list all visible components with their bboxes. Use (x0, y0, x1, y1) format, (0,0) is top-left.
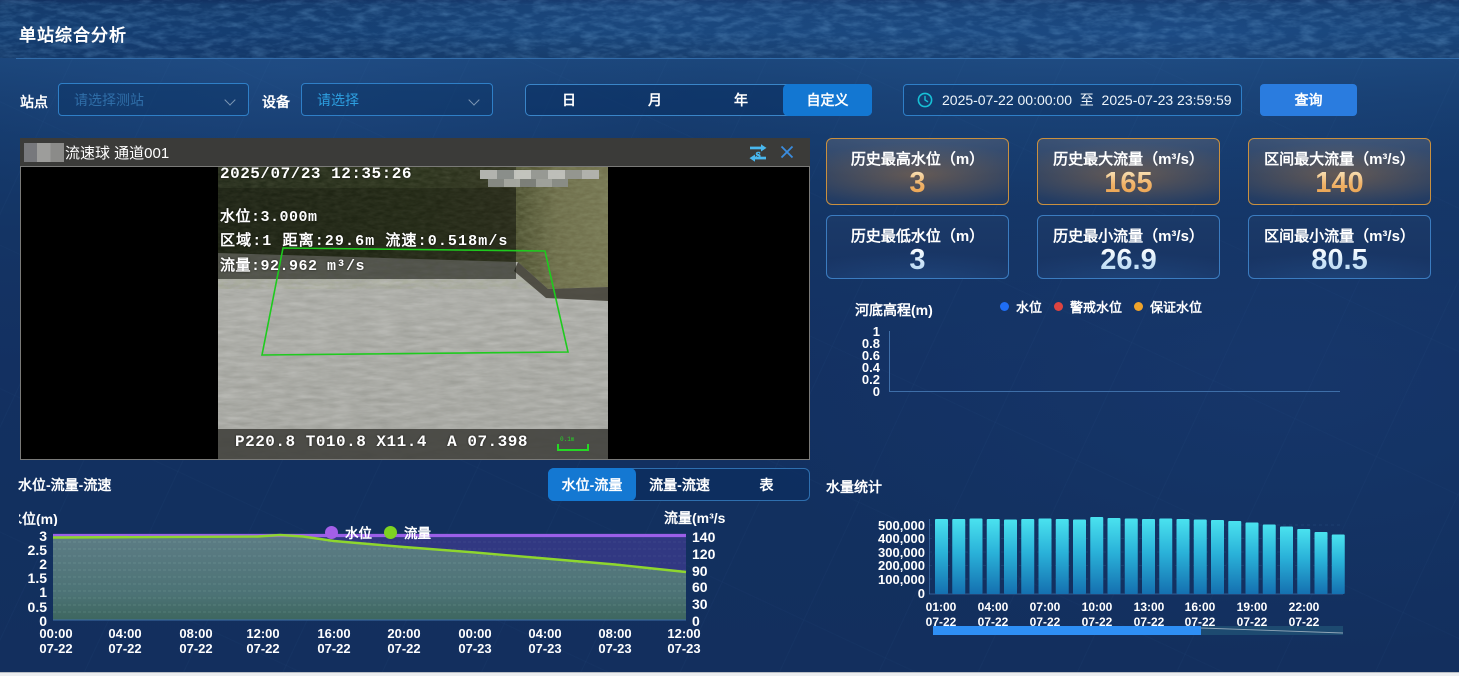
svg-text:s: s (756, 146, 761, 161)
svg-text:0.1m: 0.1m (560, 436, 575, 443)
